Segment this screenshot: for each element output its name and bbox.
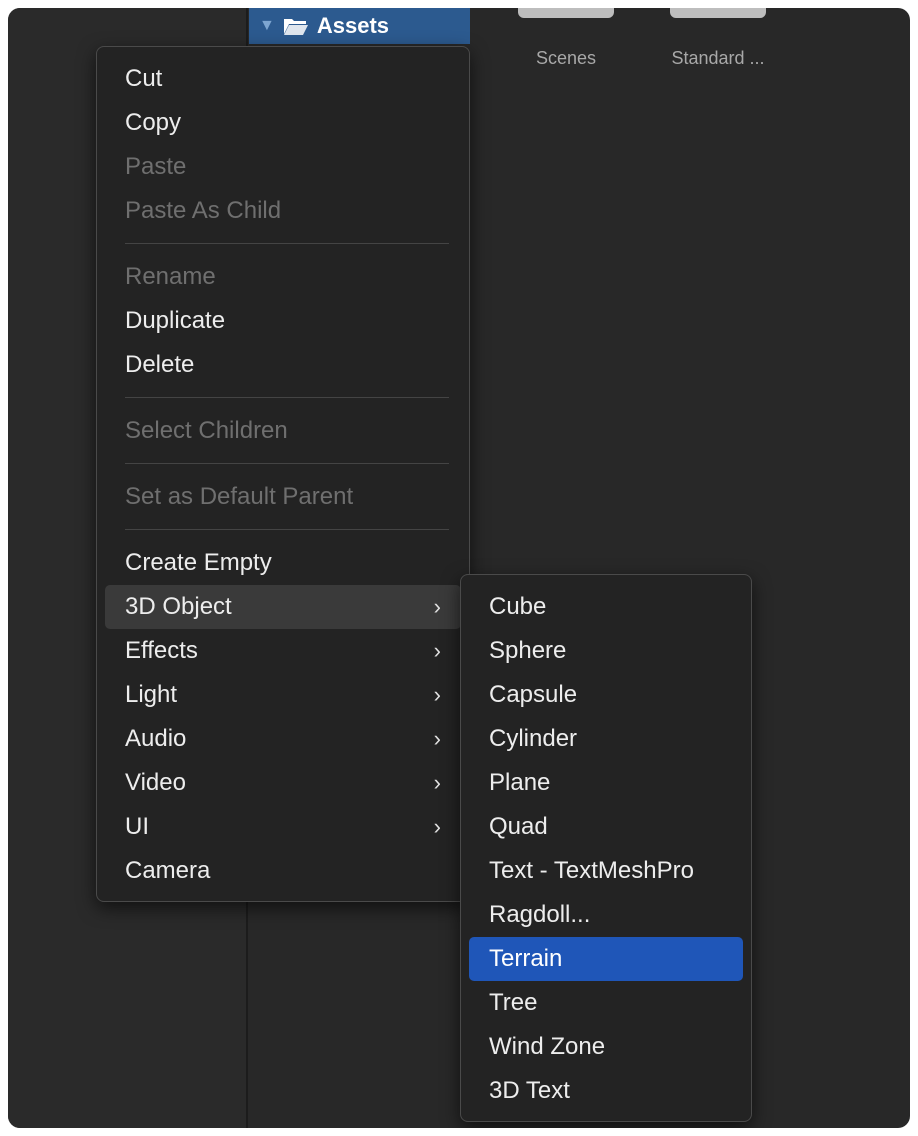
chevron-right-icon: ›: [433, 682, 441, 707]
menu-item-audio-label: Audio: [125, 725, 187, 752]
submenu-item-terrain[interactable]: Terrain: [469, 937, 743, 981]
menu-item-delete[interactable]: Delete: [105, 343, 461, 387]
chevron-right-icon: ›: [433, 638, 441, 663]
folder-open-icon: [283, 16, 309, 36]
menu-item-set-default-parent: Set as Default Parent: [125, 483, 354, 510]
menu-item-video[interactable]: Video ›: [105, 761, 461, 805]
menu-item-ui-label: UI: [125, 813, 149, 840]
assets-folder-row[interactable]: ▼ Assets: [249, 8, 470, 44]
menu-item-light-label: Light: [125, 681, 178, 708]
submenu-item-quad[interactable]: Quad: [469, 805, 743, 849]
menu-item-effects[interactable]: Effects ›: [105, 629, 461, 673]
menu-item-camera[interactable]: Camera: [105, 849, 461, 893]
menu-item-rename: Rename: [125, 263, 216, 290]
submenu-item-capsule[interactable]: Capsule: [469, 673, 743, 717]
scenes-folder-thumbnail[interactable]: [518, 8, 614, 18]
submenu-item-ragdoll[interactable]: Ragdoll...: [469, 893, 743, 937]
submenu-item-3d-text[interactable]: 3D Text: [469, 1069, 743, 1113]
menu-separator: [125, 243, 449, 244]
menu-item-audio[interactable]: Audio ›: [105, 717, 461, 761]
menu-item-3d-object-label: 3D Object: [125, 593, 232, 620]
menu-item-paste: Paste: [125, 153, 187, 180]
menu-item-ui[interactable]: UI ›: [105, 805, 461, 849]
menu-item-create-empty[interactable]: Create Empty: [105, 541, 461, 585]
menu-item-video-label: Video: [125, 769, 186, 796]
menu-separator: [125, 397, 449, 398]
menu-item-duplicate[interactable]: Duplicate: [105, 299, 461, 343]
menu-item-paste-as-child: Paste As Child: [125, 197, 282, 224]
chevron-right-icon: ›: [433, 594, 441, 619]
submenu-item-wind-zone[interactable]: Wind Zone: [469, 1025, 743, 1069]
scenes-folder-label[interactable]: Scenes: [513, 48, 619, 69]
context-menu: Cut Copy Paste Paste As Child Rename Dup…: [96, 46, 470, 902]
chevron-right-icon: ›: [433, 726, 441, 751]
unity-editor-window: ▼ Assets Scenes Standard ... Cut Copy Pa…: [8, 8, 910, 1128]
chevron-right-icon: ›: [433, 770, 441, 795]
menu-item-effects-label: Effects: [125, 637, 198, 664]
submenu-item-plane[interactable]: Plane: [469, 761, 743, 805]
submenu-item-cylinder[interactable]: Cylinder: [469, 717, 743, 761]
submenu-item-textmeshpro[interactable]: Text - TextMeshPro: [469, 849, 743, 893]
submenu-3d-object: Cube Sphere Capsule Cylinder Plane Quad …: [460, 574, 752, 1122]
menu-separator: [125, 529, 449, 530]
standard-folder-label[interactable]: Standard ...: [648, 48, 788, 69]
menu-item-cut[interactable]: Cut: [105, 57, 461, 101]
menu-item-3d-object[interactable]: 3D Object ›: [105, 585, 461, 629]
menu-item-copy[interactable]: Copy: [105, 101, 461, 145]
standard-folder-thumbnail[interactable]: [670, 8, 766, 18]
submenu-item-sphere[interactable]: Sphere: [469, 629, 743, 673]
menu-item-select-children: Select Children: [125, 417, 288, 444]
submenu-item-cube[interactable]: Cube: [469, 585, 743, 629]
submenu-item-tree[interactable]: Tree: [469, 981, 743, 1025]
chevron-right-icon: ›: [433, 814, 441, 839]
menu-separator: [125, 463, 449, 464]
expand-triangle-icon[interactable]: ▼: [259, 17, 275, 35]
menu-item-light[interactable]: Light ›: [105, 673, 461, 717]
assets-folder-label: Assets: [316, 13, 389, 38]
